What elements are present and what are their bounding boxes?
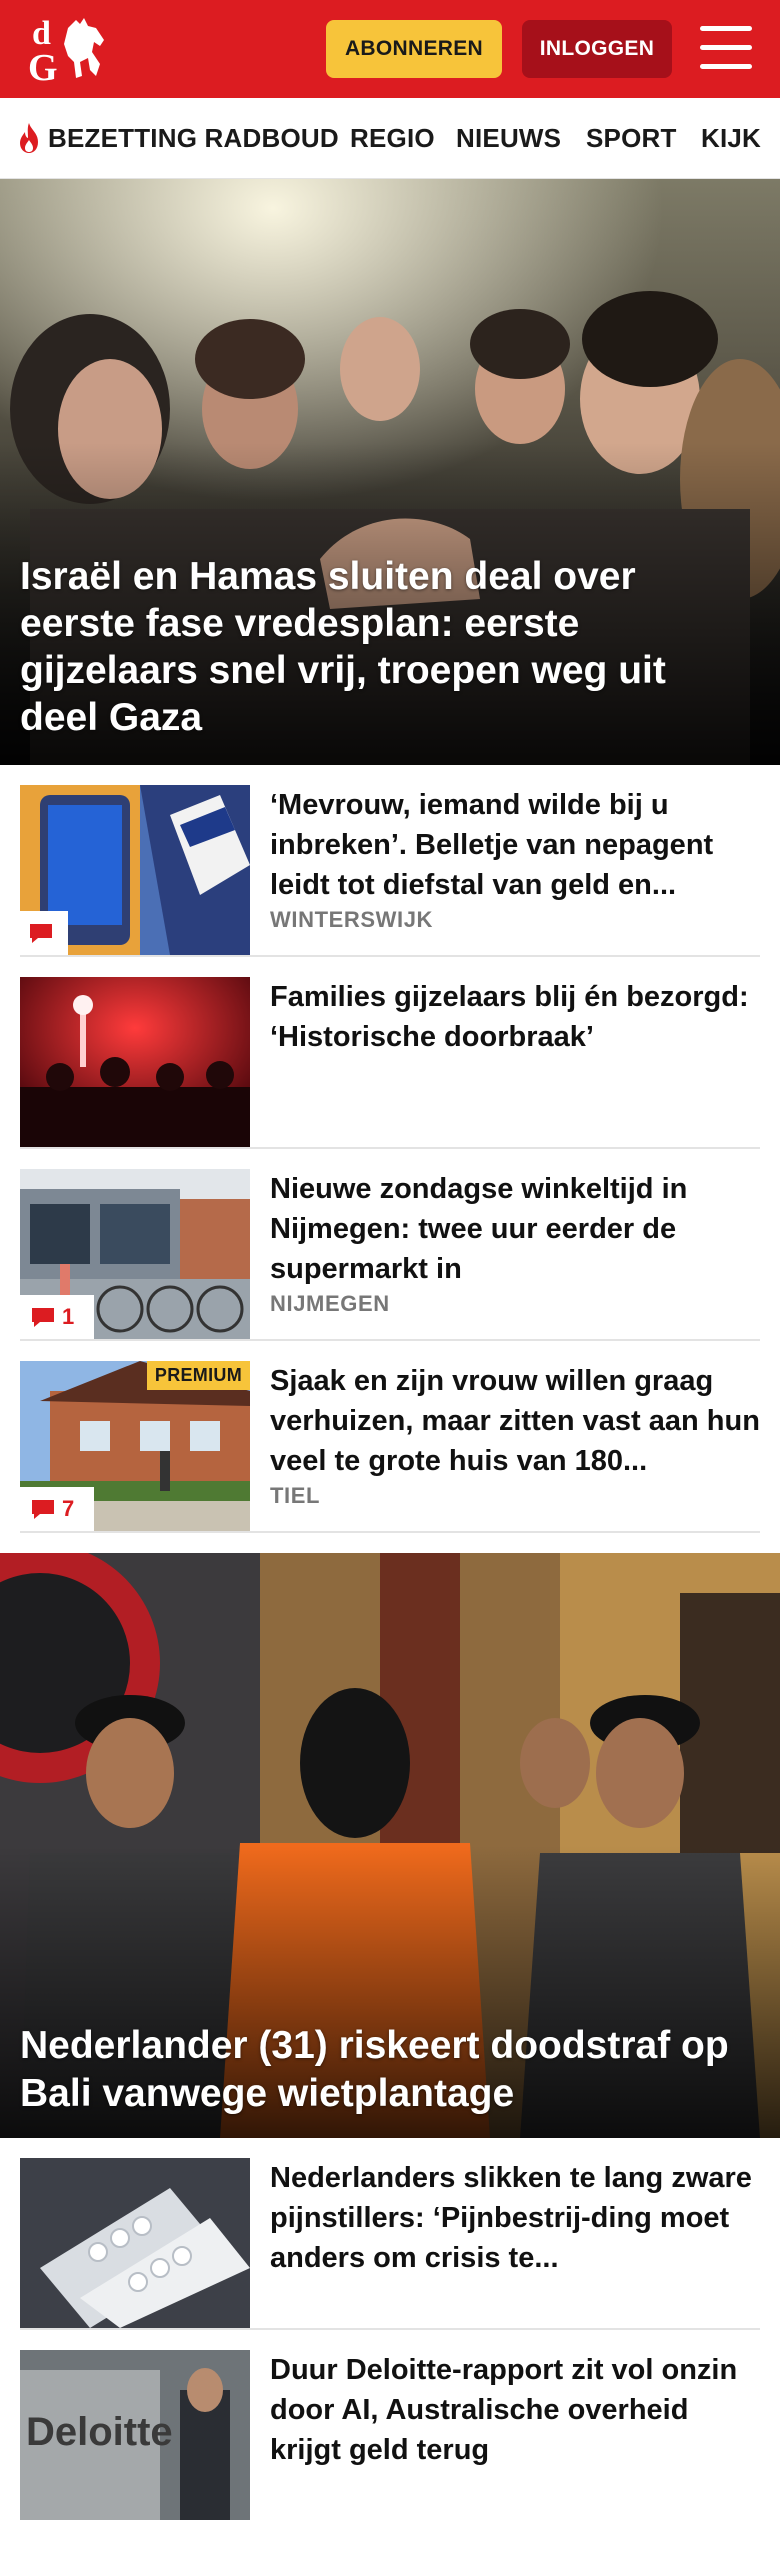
list-item[interactable]: 1 Nieuwe zondagse winkeltijd in Nijmegen… — [20, 1149, 760, 1341]
article-thumbnail: 1 — [20, 1169, 250, 1339]
feature-title[interactable]: Nederlander (31) riskeert doodstraf op B… — [20, 2022, 756, 2118]
comment-icon — [32, 1308, 54, 1327]
nav-item-kijk[interactable]: KIJK — [701, 98, 761, 178]
article-thumbnail — [20, 785, 250, 955]
article-title[interactable]: Families gijzelaars blij én bezorgd: ‘Hi… — [270, 977, 760, 1057]
nav-item-nieuws[interactable]: NIEUWS — [456, 98, 561, 178]
nav-item-bezetting-radboud[interactable]: BEZETTING RADBOUD — [16, 98, 339, 178]
site-logo[interactable]: d G — [24, 10, 114, 88]
nav-label: SPORT — [586, 122, 677, 153]
article-thumbnail — [20, 2158, 250, 2328]
comment-count — [20, 911, 68, 955]
svg-text:G: G — [28, 47, 58, 88]
hero-article[interactable]: Israël en Hamas sluiten deal over eerste… — [0, 179, 780, 765]
article-title[interactable]: Duur Deloitte-rapport zit vol onzin door… — [270, 2350, 760, 2470]
section-nav: BEZETTING RADBOUD REGIO NIEUWS SPORT KIJ… — [0, 98, 780, 179]
article-location: TIEL — [270, 1483, 321, 1508]
article-location: NIJMEGEN — [270, 1291, 390, 1316]
list-item[interactable]: Families gijzelaars blij én bezorgd: ‘Hi… — [20, 957, 760, 1149]
feature-article[interactable]: Nederlander (31) riskeert doodstraf op B… — [0, 1553, 780, 2138]
article-thumbnail: PREMIUM 7 — [20, 1361, 250, 1531]
article-list-2: Nederlanders slikken te lang zware pijns… — [0, 2138, 780, 2520]
list-item[interactable]: Deloitte Duur Deloitte-rapport zit vol o… — [20, 2330, 760, 2520]
hero-title[interactable]: Israël en Hamas sluiten deal over eerste… — [20, 553, 750, 741]
list-item[interactable]: PREMIUM 7 Sjaak en zijn vrouw willen gra… — [20, 1341, 760, 1533]
article-list: ‘Mevrouw, iemand wilde bij u inbreken’. … — [0, 765, 780, 1533]
list-item[interactable]: Nederlanders slikken te lang zware pijns… — [20, 2138, 760, 2330]
comment-count: 7 — [20, 1487, 94, 1531]
comment-icon — [32, 1500, 54, 1519]
flame-icon — [20, 123, 38, 153]
nav-item-sport[interactable]: SPORT — [586, 98, 677, 178]
nav-label: KIJK — [701, 122, 762, 153]
article-thumbnail: Deloitte — [20, 2350, 250, 2520]
hamburger-menu-icon[interactable] — [700, 26, 752, 70]
subscribe-button[interactable]: ABONNEREN — [326, 20, 502, 78]
article-title[interactable]: Sjaak en zijn vrouw willen graag verhuiz… — [270, 1361, 760, 1481]
top-header: d G ABONNEREN INLOGGEN — [0, 0, 780, 98]
login-button[interactable]: INLOGGEN — [522, 20, 672, 78]
article-title[interactable]: Nieuwe zondagse winkeltijd in Nijmegen: … — [270, 1169, 760, 1289]
article-title[interactable]: ‘Mevrouw, iemand wilde bij u inbreken’. … — [270, 785, 760, 905]
article-thumbnail — [20, 977, 250, 1147]
nav-label: NIEUWS — [456, 122, 562, 153]
nav-label: BEZETTING RADBOUD — [48, 122, 339, 153]
comment-count: 1 — [20, 1295, 94, 1339]
list-item[interactable]: ‘Mevrouw, iemand wilde bij u inbreken’. … — [20, 765, 760, 957]
svg-text:Deloitte: Deloitte — [26, 2410, 173, 2454]
article-title[interactable]: Nederlanders slikken te lang zware pijns… — [270, 2158, 760, 2278]
premium-badge: PREMIUM — [146, 1361, 250, 1390]
nav-label: REGIO — [350, 122, 435, 153]
article-location: WINTERSWIJK — [270, 907, 434, 932]
comment-icon — [30, 924, 52, 943]
nav-item-regio[interactable]: REGIO — [350, 98, 435, 178]
